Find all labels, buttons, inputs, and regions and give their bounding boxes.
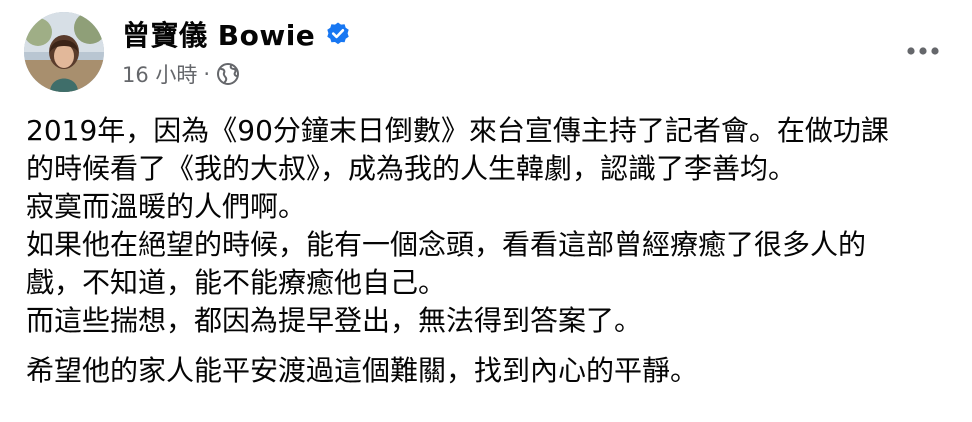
avatar-image (24, 12, 104, 92)
more-horizontal-icon (907, 47, 939, 55)
post-line: 而這些揣想，都因為提早登出，無法得到答案了。 (26, 304, 643, 337)
post-meta: 16 小時 · (122, 58, 240, 90)
post-text: 2019年，因為《90分鐘末日倒數》來台宣傳主持了記者會。在做功課 的時候看了《… (26, 112, 956, 390)
post-line: 的時候看了《我的大叔》，成為我的人生韓劇，認識了李善均。 (26, 152, 797, 185)
facebook-post: 曾寶儀 Bowie 16 小時 · 2019年，因為《90分鐘末日倒數》來台宣傳… (0, 0, 972, 422)
post-line: 如果他在絕望的時候，能有一個念頭，看看這部曾經療癒了很多人的 (26, 228, 867, 261)
avatar[interactable] (24, 12, 104, 92)
post-final-paragraph: 希望他的家人能平安渡過這個難關，找到內心的平靜。 (26, 354, 699, 387)
verified-badge-icon (325, 21, 351, 47)
globe-icon[interactable] (216, 62, 240, 86)
author-name[interactable]: 曾寶儀 Bowie (122, 14, 315, 54)
post-line: 2019年，因為《90分鐘末日倒數》來台宣傳主持了記者會。在做功課 (26, 114, 889, 147)
post-line: 戲，不知道，能不能療癒他自己。 (26, 266, 447, 299)
author-row: 曾寶儀 Bowie (122, 14, 351, 54)
post-line: 寂寞而溫暖的人們啊。 (26, 190, 307, 223)
timestamp[interactable]: 16 小時 (122, 59, 197, 89)
more-options-button[interactable] (902, 30, 944, 72)
meta-separator: · (203, 62, 211, 86)
